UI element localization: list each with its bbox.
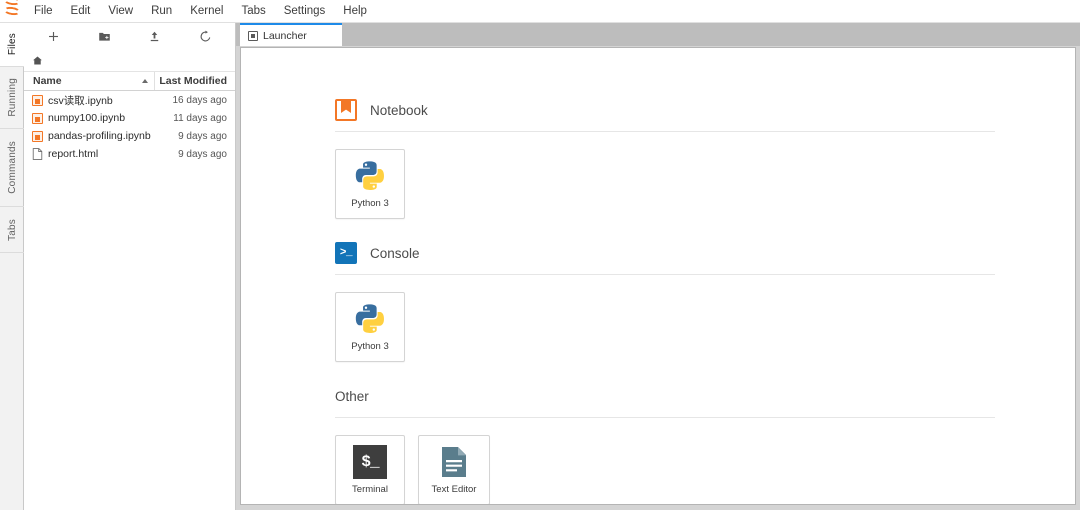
launcher-card-console-python3[interactable]: Python 3 xyxy=(335,292,405,362)
file-modified-cell: 9 days ago xyxy=(178,148,227,160)
file-name-label: csv读取.ipynb xyxy=(48,94,113,107)
refresh-button[interactable] xyxy=(180,25,231,49)
launcher-card-label: Text Editor xyxy=(431,484,477,496)
menu-item-edit[interactable]: Edit xyxy=(62,0,100,23)
menu-item-help[interactable]: Help xyxy=(334,0,376,23)
launcher-section-other-header: Other xyxy=(335,384,1075,408)
home-icon[interactable] xyxy=(32,55,43,66)
file-name-label: pandas-profiling.ipynb xyxy=(48,130,151,142)
file-name-cell: numpy100.ipynb xyxy=(24,112,155,124)
menu-item-run[interactable]: Run xyxy=(142,0,181,23)
console-icon: >_ xyxy=(335,242,357,264)
sidebar-item-tabs-label: Tabs xyxy=(6,218,18,241)
launcher-section-console-title: Console xyxy=(370,245,420,261)
file-name-label: report.html xyxy=(48,148,99,160)
section-divider xyxy=(335,131,995,132)
python-logo-icon xyxy=(355,161,384,191)
python-logo-icon xyxy=(355,304,384,334)
refresh-icon xyxy=(200,30,211,42)
column-header-name[interactable]: Name xyxy=(24,72,155,90)
sidebar-item-running[interactable]: Running xyxy=(0,67,24,129)
main-dock-area: Launcher Notebook Python 3 >_ Console Py… xyxy=(236,23,1080,510)
file-name-cell: csv读取.ipynb xyxy=(24,93,155,108)
file-modified-cell: 9 days ago xyxy=(178,130,227,142)
breadcrumb xyxy=(24,50,235,72)
new-launcher-button[interactable] xyxy=(28,25,79,49)
file-browser-toolbar xyxy=(24,23,235,50)
launcher-card-label: Python 3 xyxy=(351,341,389,353)
text-editor-icon xyxy=(442,447,466,478)
activity-bar: Files Running Commands Tabs xyxy=(0,23,24,510)
launcher-section-other-cards: $_ Terminal Text Editor xyxy=(335,435,1075,504)
menu-bar: File Edit View Run Kernel Tabs Settings … xyxy=(0,0,1080,23)
menu-item-settings[interactable]: Settings xyxy=(275,0,335,23)
launcher-section-console-cards: Python 3 xyxy=(335,292,1075,362)
terminal-icon: $_ xyxy=(353,445,387,480)
launcher-section-notebook-cards: Python 3 xyxy=(335,149,1075,219)
plus-icon xyxy=(48,32,58,41)
launcher-card-notebook-python3[interactable]: Python 3 xyxy=(335,149,405,219)
notebook-file-icon xyxy=(32,130,43,142)
column-header-name-label: Name xyxy=(33,75,62,87)
file-browser-panel: Name Last Modified csv读取.ipynb 16 days a… xyxy=(24,23,236,510)
launcher-section-notebook-header: Notebook xyxy=(335,98,1075,122)
launcher-card-label: Python 3 xyxy=(351,198,389,210)
section-divider xyxy=(335,417,995,418)
tab-launcher[interactable]: Launcher xyxy=(240,23,342,46)
sidebar-item-tabs[interactable]: Tabs xyxy=(0,207,24,253)
menu-item-view[interactable]: View xyxy=(99,0,142,23)
launcher-section-other-title: Other xyxy=(335,388,369,404)
jupyter-logo-icon[interactable] xyxy=(0,0,25,23)
file-name-cell: pandas-profiling.ipynb xyxy=(24,130,155,142)
sidebar-item-commands-label: Commands xyxy=(6,141,18,194)
notebook-icon xyxy=(335,99,357,121)
notebook-file-icon xyxy=(32,94,43,106)
sidebar-item-files-label: Files xyxy=(6,33,18,56)
new-folder-icon xyxy=(98,32,110,41)
file-name-cell: report.html xyxy=(24,148,155,160)
html-file-icon xyxy=(32,148,43,160)
sidebar-item-running-label: Running xyxy=(6,78,18,117)
file-modified-cell: 11 days ago xyxy=(173,112,227,124)
upload-icon xyxy=(151,31,159,42)
tab-bar: Launcher xyxy=(236,23,1080,46)
launcher-section-console-header: >_ Console xyxy=(335,241,1075,265)
launcher-panel: Notebook Python 3 >_ Console Python 3 Ot… xyxy=(240,47,1076,505)
launcher-card-terminal[interactable]: $_ Terminal xyxy=(335,435,405,504)
section-divider xyxy=(335,274,995,275)
file-modified-cell: 16 days ago xyxy=(172,94,228,106)
tab-launcher-label: Launcher xyxy=(263,29,307,42)
table-row[interactable]: numpy100.ipynb 11 days ago xyxy=(24,109,235,127)
file-name-label: numpy100.ipynb xyxy=(48,112,126,124)
file-list-header: Name Last Modified xyxy=(24,72,235,91)
menu-item-kernel[interactable]: Kernel xyxy=(181,0,232,23)
launcher-section-notebook-title: Notebook xyxy=(370,102,428,118)
launcher-card-label: Terminal xyxy=(352,484,388,496)
table-row[interactable]: pandas-profiling.ipynb 9 days ago xyxy=(24,127,235,145)
jupyterlab-window: File Edit View Run Kernel Tabs Settings … xyxy=(0,0,1080,510)
column-header-last-modified[interactable]: Last Modified xyxy=(155,75,235,87)
notebook-file-icon xyxy=(32,112,43,124)
upload-button[interactable] xyxy=(130,25,181,49)
table-row[interactable]: csv读取.ipynb 16 days ago xyxy=(24,91,235,109)
menu-item-tabs[interactable]: Tabs xyxy=(232,0,274,23)
sort-ascending-icon xyxy=(142,79,148,83)
new-folder-button[interactable] xyxy=(79,25,130,49)
launcher-icon xyxy=(248,30,258,41)
sidebar-item-commands[interactable]: Commands xyxy=(0,129,24,207)
launcher-card-text-editor[interactable]: Text Editor xyxy=(418,435,490,504)
file-list: csv读取.ipynb 16 days ago numpy100.ipynb 1… xyxy=(24,91,235,163)
menu-item-file[interactable]: File xyxy=(25,0,62,23)
table-row[interactable]: report.html 9 days ago xyxy=(24,145,235,163)
sidebar-item-files[interactable]: Files xyxy=(0,23,24,67)
